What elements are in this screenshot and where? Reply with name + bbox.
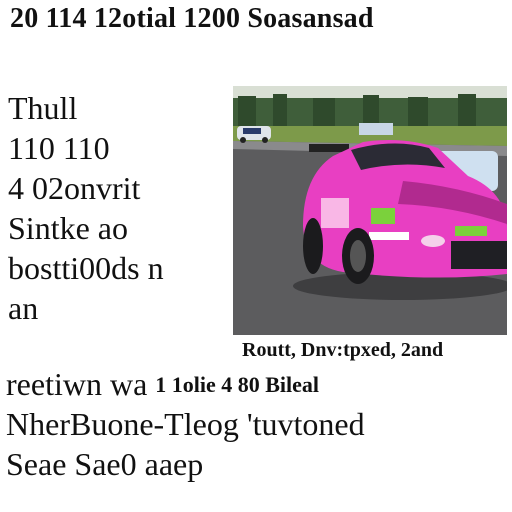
- left-line-1: Thull: [8, 90, 78, 126]
- race-car-illustration: [233, 86, 507, 335]
- headline: 20 114 12otial 1200 Soasansad: [10, 3, 374, 34]
- race-car-photo: [233, 86, 507, 335]
- left-line-5: bostti00ds n: [8, 250, 164, 286]
- body-line-3: Seae Sae0 aaep: [6, 446, 204, 482]
- body-line-1-left: reetiwn wa: [6, 366, 148, 402]
- photo-caption: Routt, Dnv:tpxed, 2and: [242, 339, 444, 361]
- body-line-2: NherBuone-Tleog 'tuvtoned: [6, 406, 365, 442]
- left-line-2: 110 110: [8, 130, 110, 166]
- left-line-3: 4 02onvrit: [8, 170, 141, 206]
- left-line-6: an: [8, 290, 39, 326]
- left-column-text: Thull 110 110 4 02onvrit Sintke ao bostt…: [8, 88, 233, 328]
- body-text-lines: reetiwn wa 1 1olie 4 80 Bileal NherBuone…: [6, 364, 506, 484]
- left-line-4: Sintke ao: [8, 210, 128, 246]
- body-line-1: reetiwn wa 1 1olie 4 80 Bileal: [6, 364, 506, 404]
- body-line-1-right: 1 1olie 4 80 Bileal: [155, 372, 320, 397]
